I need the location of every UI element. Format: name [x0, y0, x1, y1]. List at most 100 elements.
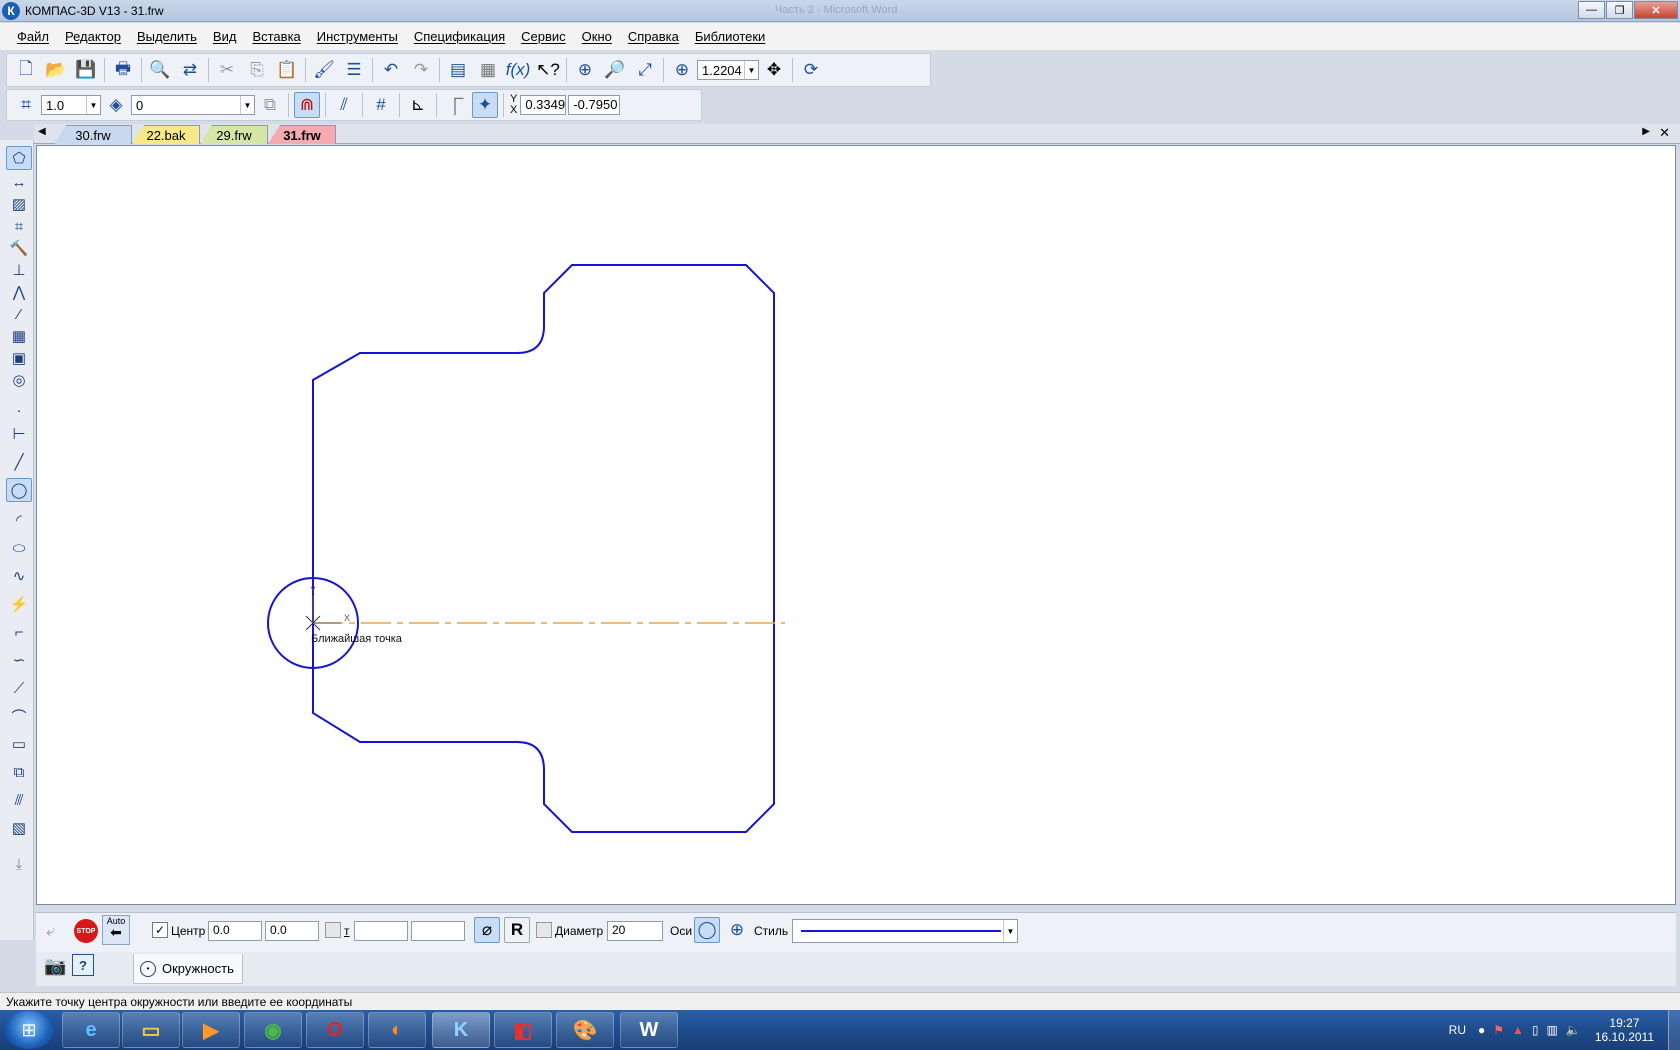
diameter-checkbox[interactable]	[536, 922, 552, 938]
point-tool-icon[interactable]: ·	[6, 398, 32, 422]
preview-icon[interactable]: 🔍	[147, 57, 173, 83]
auto-create-button[interactable]: Auto ⬅	[102, 915, 130, 945]
dimensions-panel-icon[interactable]: ↔	[6, 170, 32, 194]
new-document-icon[interactable]: 🗋	[13, 57, 39, 83]
spline-tool-icon[interactable]: ∿	[6, 564, 32, 588]
zoom-combo[interactable]: 1.2204 ▼	[697, 60, 759, 80]
with-axes-icon[interactable]: ⊕	[724, 917, 750, 943]
zoom-scale-icon[interactable]: ⤢	[632, 57, 658, 83]
chrome-taskbar-icon[interactable]: ◉	[244, 1012, 302, 1048]
ortho-icon[interactable]: ⎾	[442, 92, 468, 118]
part-outline[interactable]	[312, 264, 775, 833]
aux-line-tool-icon[interactable]: ⊢	[6, 422, 32, 446]
insert-panel-icon[interactable]: ▣	[6, 346, 32, 370]
point-checkbox[interactable]	[325, 922, 341, 938]
contour-tool-icon[interactable]: ⧉	[6, 760, 32, 784]
tabs-scroll-right-icon[interactable]: ▶	[1642, 126, 1650, 137]
menu-insert[interactable]: Вставка	[252, 29, 300, 44]
menu-specification[interactable]: Спецификация	[414, 29, 505, 44]
close-tab-icon[interactable]: ✕	[1659, 125, 1670, 141]
menu-help[interactable]: Справка	[628, 29, 679, 44]
firefox-taskbar-icon[interactable]: ◐	[368, 1012, 426, 1048]
nurbs-tool-icon[interactable]: ⌐	[6, 620, 32, 644]
line-style-combo[interactable]: ▼	[792, 919, 1018, 943]
segment-tool-icon[interactable]: ╱	[6, 450, 32, 474]
network-tray-icon[interactable]: ▥	[1547, 1023, 1558, 1037]
step-combo[interactable]: 1.0 ▼	[41, 95, 101, 115]
tabs-scroll-left-icon[interactable]: ◀	[38, 126, 46, 137]
panda-tray-icon[interactable]: ●	[1478, 1023, 1485, 1037]
point-x-field[interactable]	[354, 921, 408, 941]
grid-icon[interactable]: #	[368, 92, 394, 118]
circle-tool-icon[interactable]: ◯	[6, 478, 32, 502]
tab-29-frw[interactable]: 29.frw	[200, 125, 268, 144]
rectangle-tool-icon[interactable]: ▭	[6, 732, 32, 756]
cut-icon[interactable]: ✂	[214, 57, 240, 83]
language-indicator[interactable]: RU	[1449, 1023, 1466, 1037]
manager-icon[interactable]: ▤	[445, 57, 471, 83]
show-desktop-button[interactable]	[1668, 1010, 1680, 1050]
local-snap-icon[interactable]: ⫽	[331, 92, 357, 118]
polyline-tool-icon[interactable]: ⚡	[6, 592, 32, 616]
point-y-field[interactable]	[411, 921, 465, 941]
properties-list-icon[interactable]: ☰	[341, 57, 367, 83]
library-icon[interactable]: ▦	[475, 57, 501, 83]
fillet-tool-icon[interactable]: ⌒	[6, 704, 32, 728]
undo-icon[interactable]: ↶	[378, 57, 404, 83]
expand-panel-icon[interactable]: ⤓	[6, 852, 32, 876]
redo-icon[interactable]: ↷	[408, 57, 434, 83]
layers-icon[interactable]: ◈	[103, 92, 129, 118]
variables-fx-icon[interactable]: f(x)	[505, 57, 531, 83]
menu-file[interactable]: Файл	[17, 29, 49, 44]
menu-libraries[interactable]: Библиотеки	[695, 29, 765, 44]
copy-icon[interactable]: ⎘	[244, 57, 270, 83]
menu-tools[interactable]: Инструменты	[317, 29, 398, 44]
save-icon[interactable]: 💾	[73, 57, 99, 83]
maximize-button[interactable]: ❐	[1606, 1, 1633, 19]
coord-y-field[interactable]: -0.7950	[568, 95, 621, 115]
no-axes-icon[interactable]: ◯	[694, 917, 720, 943]
snap-magnet-icon[interactable]: ⋒	[294, 92, 320, 118]
step-cursor-icon[interactable]: ⌗	[13, 92, 39, 118]
library-panel-icon[interactable]: ◎	[6, 368, 32, 392]
center-y-field[interactable]: 0.0	[265, 921, 319, 941]
menu-select[interactable]: Выделить	[137, 29, 197, 44]
enter-arrow-icon[interactable]: ⤶	[46, 923, 72, 945]
menu-edit[interactable]: Редактор	[65, 29, 121, 44]
equidistant-tool-icon[interactable]: ⫻	[6, 788, 32, 812]
zoom-window-icon[interactable]: ⊕	[572, 57, 598, 83]
properties-tab-circle[interactable]: • Окружность	[133, 954, 243, 984]
explorer-taskbar-icon[interactable]: ▭	[122, 1012, 180, 1048]
tab-30-frw[interactable]: 30.frw	[54, 125, 132, 144]
pan-icon[interactable]: ✥	[761, 57, 787, 83]
parametrization-panel-icon[interactable]: 🔨	[6, 236, 32, 260]
opera-taskbar-icon[interactable]: O	[306, 1012, 364, 1048]
ellipse-tool-icon[interactable]: ⬭	[6, 536, 32, 560]
report-icon[interactable]: ▦	[6, 324, 32, 348]
chamfer-tool-icon[interactable]: ⟋	[6, 676, 32, 700]
format-brush-icon[interactable]: 🖌	[311, 57, 337, 83]
local-cs-icon[interactable]: ⊾	[405, 92, 431, 118]
measure-panel-icon[interactable]: ⊥	[6, 258, 32, 282]
menu-view[interactable]: Вид	[213, 29, 237, 44]
layer-state-icon[interactable]: ⧉	[257, 92, 283, 118]
layer-combo[interactable]: 0 ▼	[131, 95, 255, 115]
kompas-taskbar-icon[interactable]: K	[432, 1012, 490, 1048]
paint-taskbar-icon[interactable]: 🎨	[556, 1012, 614, 1048]
ati-tray-icon[interactable]: ▲	[1512, 1023, 1524, 1037]
center-checkbox[interactable]: ✓	[152, 922, 168, 938]
pdf-taskbar-icon[interactable]: ◧	[494, 1012, 552, 1048]
close-button[interactable]: ✕	[1634, 1, 1678, 19]
tab-22-bak[interactable]: 22.bak	[132, 125, 200, 144]
round-coords-icon[interactable]: ✦	[472, 92, 498, 118]
start-button[interactable]: ⊞	[4, 1011, 54, 1049]
clock[interactable]: 19:27 16.10.2011	[1595, 1016, 1654, 1044]
refresh-icon[interactable]: ⟳	[798, 57, 824, 83]
volume-tray-icon[interactable]: 🔈	[1566, 1023, 1581, 1037]
menu-window[interactable]: Окно	[582, 29, 612, 44]
hatch-tool-icon[interactable]: ▧	[6, 816, 32, 840]
diameter-mode-icon[interactable]: ⌀	[474, 917, 500, 943]
center-x-field[interactable]: 0.0	[208, 921, 262, 941]
zoom-fit-icon[interactable]: 🔎	[602, 57, 628, 83]
associative-views-icon[interactable]: ⁄	[6, 302, 32, 326]
